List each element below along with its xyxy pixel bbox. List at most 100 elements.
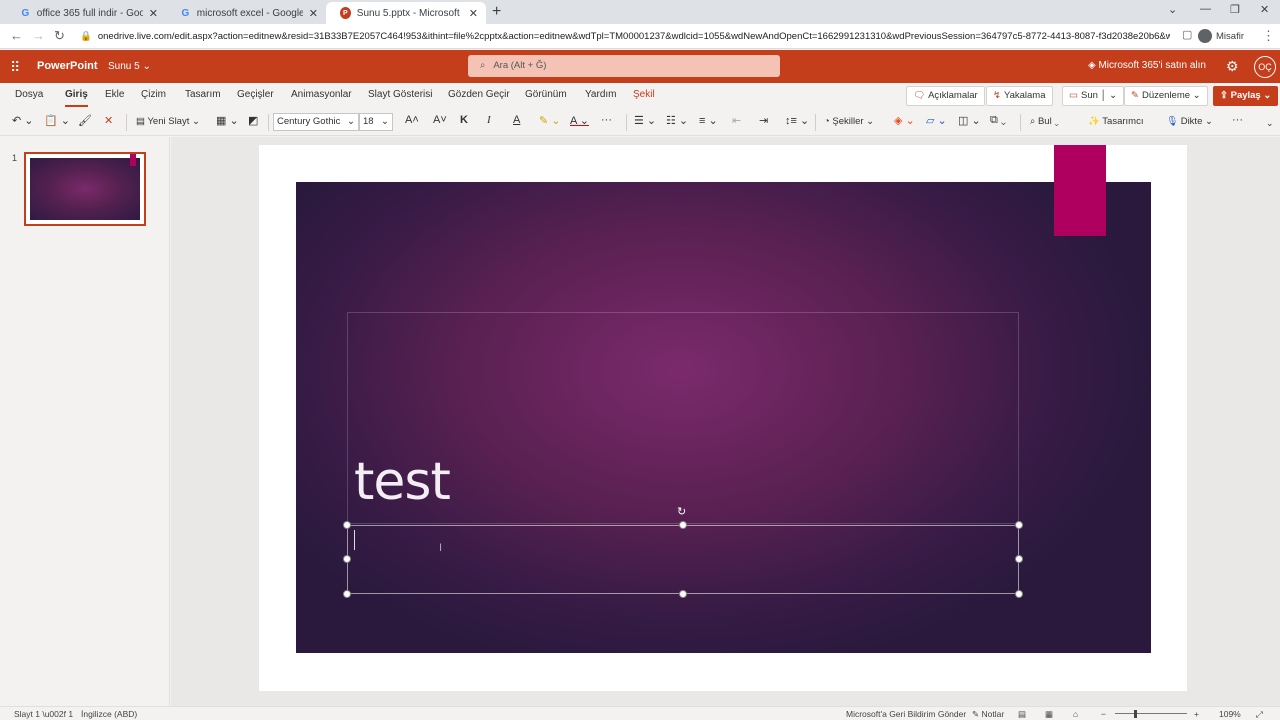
close-tab-icon[interactable]: ✕ [469, 7, 478, 20]
underline-button[interactable]: A [513, 114, 520, 126]
minimize-icon[interactable]: — [1200, 3, 1211, 15]
tab-slide-show[interactable]: Slayt Gösterisi [368, 89, 432, 100]
browser-tab-google-search-1[interactable]: G office 365 full indir - Google'da A ✕ [6, 2, 166, 24]
highlight-icon[interactable]: ✎ ⌄ [539, 114, 561, 127]
shape-effects-icon[interactable]: ◫ ⌄ [958, 114, 981, 127]
zoom-slider-thumb[interactable] [1134, 710, 1137, 718]
app-name[interactable]: PowerPoint [37, 60, 98, 72]
slide-title-text[interactable]: test [354, 452, 451, 512]
clear-icon[interactable]: ✕ [104, 114, 113, 127]
share-button[interactable]: ⇪ Paylaş ⌄ [1213, 86, 1279, 106]
tab-file[interactable]: Dosya [15, 89, 43, 100]
buy-microsoft-365-link[interactable]: ◈ Microsoft 365'i satın alın [1088, 60, 1206, 71]
shape-fill-icon[interactable]: ◈ ⌄ [894, 114, 915, 127]
settings-gear-icon[interactable]: ⚙ [1226, 58, 1239, 75]
tab-design[interactable]: Tasarım [185, 89, 221, 100]
resize-handle[interactable] [1015, 590, 1023, 598]
browser-tab-google-search-2[interactable]: G microsoft excel - Google'da Ara ✕ [166, 2, 326, 24]
fit-to-window-icon[interactable]: ⤢ [1256, 709, 1263, 720]
resize-handle[interactable] [1015, 555, 1023, 563]
search-box[interactable]: ⌕ Ara (Alt + Ğ) [468, 55, 780, 77]
tab-shape[interactable]: Şekil [633, 89, 655, 100]
tab-draw[interactable]: Çizim [141, 89, 166, 100]
normal-view-icon[interactable]: ▤ [1018, 709, 1026, 720]
tab-list-chevron-icon[interactable]: ⌄ [1168, 3, 1177, 16]
comments-button[interactable]: 🗨 Açıklamalar [906, 86, 985, 106]
editing-mode-button[interactable]: ✎ Düzenleme ⌄ [1124, 86, 1208, 106]
new-slide-button[interactable]: ▤ Yeni Slayt ⌄ [136, 116, 200, 127]
tab-help[interactable]: Yardım [585, 89, 617, 100]
browser-tab-powerpoint[interactable]: P Sunu 5.pptx - Microsoft PowerPo ✕ [326, 2, 486, 24]
resize-handle[interactable] [1015, 521, 1023, 529]
line-spacing-icon[interactable]: ↕≡ ⌄ [785, 114, 809, 127]
zoom-slider-track[interactable] [1115, 713, 1187, 714]
font-color-icon[interactable]: A ⌄ [570, 114, 589, 127]
notes-button[interactable]: ✎ Notlar [972, 709, 1004, 720]
resize-handle[interactable] [343, 521, 351, 529]
reset-slide-icon[interactable]: ◩ [248, 114, 258, 127]
slide-thumbnail[interactable] [24, 152, 146, 226]
arrange-icon[interactable]: ⧉ ⌄ [990, 114, 1006, 127]
shapes-button[interactable]: ◔ Şekiller ⌄ [824, 116, 874, 127]
side-panel-icon[interactable]: ▢ [1182, 28, 1192, 41]
profile-button[interactable]: Misafir [1198, 29, 1244, 43]
reload-icon[interactable]: ↻ [54, 28, 65, 44]
url-field[interactable]: 🔒 onedrive.live.com/edit.aspx?action=edit… [80, 28, 1170, 45]
tab-view[interactable]: Görünüm [525, 89, 567, 100]
rotate-handle-icon[interactable]: ↻ [677, 505, 686, 518]
bold-button[interactable]: K [460, 114, 468, 126]
format-painter-icon[interactable]: 🖌 [78, 114, 92, 127]
bullets-icon[interactable]: ☰ ⌄ [634, 114, 656, 127]
user-avatar[interactable]: OÇ [1254, 56, 1276, 78]
back-arrow-icon[interactable]: ← [10, 28, 23, 43]
tab-insert[interactable]: Ekle [105, 89, 124, 100]
italic-button[interactable]: I [487, 114, 491, 126]
undo-icon[interactable]: ↶ ⌄ [12, 114, 34, 127]
feedback-link[interactable]: Microsoft'a Geri Bildirim Gönder [846, 709, 966, 719]
close-tab-icon[interactable]: ✕ [309, 7, 318, 20]
resize-handle[interactable] [679, 521, 687, 529]
close-tab-icon[interactable]: ✕ [149, 7, 158, 20]
dictate-button[interactable]: 🎙 Dikte ⌄ [1166, 116, 1213, 127]
layout-icon[interactable]: ▦ ⌄ [216, 114, 239, 127]
tab-transitions[interactable]: Geçişler [237, 89, 274, 100]
increase-indent-icon[interactable]: ⇥ [759, 114, 768, 127]
slide-accent-tag[interactable] [1054, 145, 1106, 236]
numbering-icon[interactable]: ☷ ⌄ [666, 114, 688, 127]
zoom-level[interactable]: 109% [1219, 709, 1241, 719]
tab-review[interactable]: Gözden Geçir [448, 89, 510, 100]
resize-handle[interactable] [343, 590, 351, 598]
tab-home[interactable]: Giriş [65, 89, 88, 107]
more-font-options[interactable]: ··· [601, 114, 612, 126]
tab-animations[interactable]: Animasyonlar [291, 89, 352, 100]
forward-arrow-icon[interactable]: → [32, 28, 45, 43]
find-button[interactable]: ⌕ Bul ⌄ [1030, 116, 1059, 127]
more-options-icon[interactable]: ··· [1232, 114, 1243, 126]
collapse-ribbon-icon[interactable]: ⌄ [1266, 118, 1274, 129]
maximize-icon[interactable]: ❐ [1230, 3, 1240, 16]
app-launcher-icon[interactable]: ⠿ [10, 59, 20, 76]
font-name-field[interactable]: Century Gothic ⌄ [273, 113, 359, 131]
window-close-icon[interactable]: ✕ [1260, 3, 1269, 16]
browser-menu-icon[interactable]: ⋮ [1262, 28, 1275, 44]
language-status[interactable]: İngilizce (ABD) [81, 709, 137, 719]
designer-button[interactable]: ✨ Tasarımcı [1088, 116, 1143, 127]
shrink-font-button[interactable]: A˅ [433, 114, 447, 126]
reading-view-icon[interactable]: ⌂ [1073, 709, 1078, 719]
resize-handle[interactable] [343, 555, 351, 563]
zoom-out-button[interactable]: − [1101, 709, 1106, 719]
font-size-field[interactable]: 18 ⌄ [359, 113, 393, 131]
subtitle-placeholder[interactable] [347, 525, 1019, 594]
present-button[interactable]: ▭ Sun │ ⌄ [1062, 86, 1125, 106]
shape-outline-icon[interactable]: ▱ ⌄ [926, 114, 947, 127]
document-name[interactable]: Sunu 5 ⌄ [108, 61, 151, 72]
grow-font-button[interactable]: A˄ [405, 114, 419, 126]
zoom-in-button[interactable]: + [1194, 709, 1199, 719]
slide-sorter-icon[interactable]: ▦ [1045, 709, 1053, 720]
align-icon[interactable]: ≡ ⌄ [699, 114, 718, 127]
new-tab-button[interactable]: + [492, 3, 501, 21]
capture-button[interactable]: ↯ Yakalama [986, 86, 1053, 106]
decrease-indent-icon[interactable]: ⇤ [732, 114, 741, 127]
resize-handle[interactable] [679, 590, 687, 598]
clipboard-icon[interactable]: 📋 ⌄ [44, 114, 70, 127]
